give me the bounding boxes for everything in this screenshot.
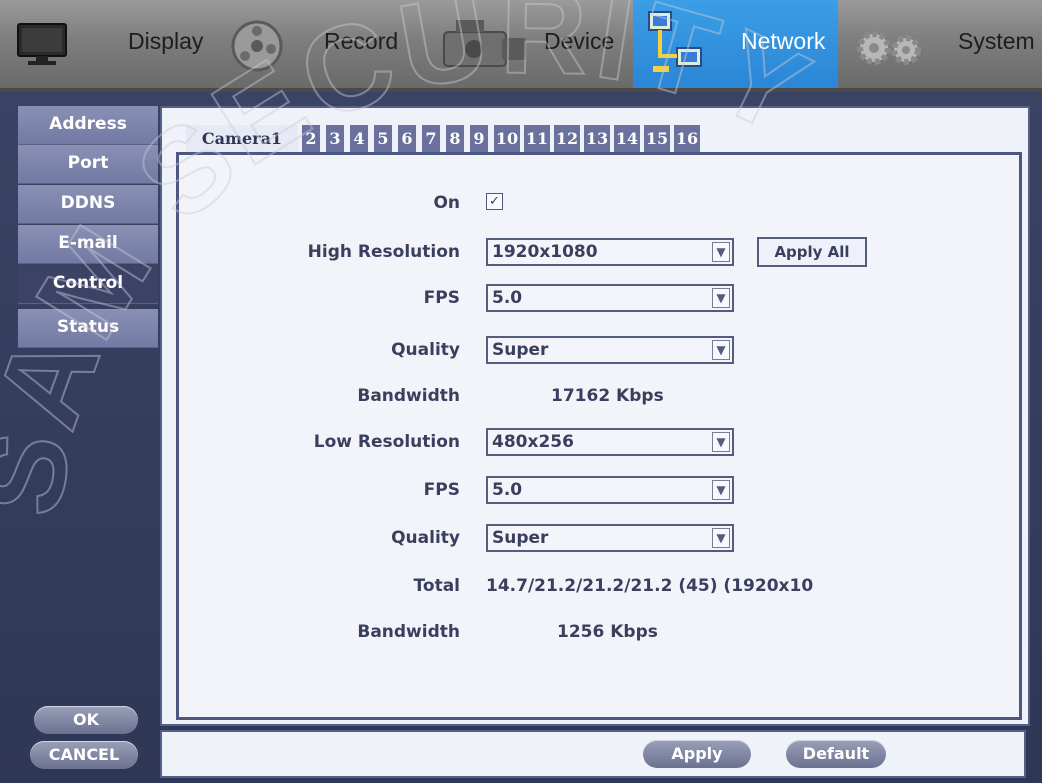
film-reel-icon bbox=[227, 16, 287, 78]
fps-low-label: FPS bbox=[423, 480, 460, 500]
tab-camera-7[interactable]: 7 bbox=[422, 125, 440, 153]
sidebar-item-port[interactable]: Port bbox=[18, 145, 158, 184]
tab-camera1[interactable]: Camera1 bbox=[186, 125, 298, 153]
high-resolution-label: High Resolution bbox=[307, 242, 460, 262]
network-icon bbox=[647, 10, 707, 80]
on-checkbox[interactable]: ✓ bbox=[486, 193, 503, 210]
monitor-icon bbox=[16, 22, 68, 70]
high-resolution-select[interactable]: 1920x1080 ▼ bbox=[486, 238, 734, 266]
tab-camera-3[interactable]: 3 bbox=[326, 125, 344, 153]
bandwidth-high-value: 17162 Kbps bbox=[551, 386, 664, 406]
total-value: 14.7/21.2/21.2/21.2 (45) (1920x10 bbox=[486, 576, 814, 596]
tab-camera-15[interactable]: 15 bbox=[644, 125, 670, 153]
default-button[interactable]: Default bbox=[786, 740, 886, 768]
tab-camera-4[interactable]: 4 bbox=[350, 125, 368, 153]
on-label: On bbox=[433, 193, 460, 213]
low-resolution-value: 480x256 bbox=[492, 432, 574, 452]
top-menu-record-label: Record bbox=[324, 28, 399, 54]
total-label: Total bbox=[413, 576, 460, 596]
quality-low-label: Quality bbox=[391, 528, 460, 548]
quality-low-value: Super bbox=[492, 528, 549, 548]
low-resolution-label: Low Resolution bbox=[313, 432, 460, 452]
tab-camera-8[interactable]: 8 bbox=[446, 125, 464, 153]
sidebar-item-control[interactable]: Control bbox=[18, 265, 158, 304]
camcorder-icon bbox=[438, 14, 530, 80]
sidebar-item-status[interactable]: Status bbox=[18, 309, 158, 348]
top-menu-system[interactable]: System bbox=[838, 0, 1042, 88]
high-resolution-value: 1920x1080 bbox=[492, 242, 598, 262]
top-menu-display-label: Display bbox=[128, 28, 204, 54]
tab-camera-11[interactable]: 11 bbox=[524, 125, 550, 153]
quality-high-value: Super bbox=[492, 340, 549, 360]
bandwidth-low-value: 1256 Kbps bbox=[557, 622, 658, 642]
fps-low-select[interactable]: 5.0 ▼ bbox=[486, 476, 734, 504]
fps-high-label: FPS bbox=[423, 288, 460, 308]
tab-camera-6[interactable]: 6 bbox=[398, 125, 416, 153]
apply-button[interactable]: Apply bbox=[643, 740, 751, 768]
tab-camera-10[interactable]: 10 bbox=[494, 125, 520, 153]
fps-high-select[interactable]: 5.0 ▼ bbox=[486, 284, 734, 312]
sidebar-item-address[interactable]: Address bbox=[18, 106, 158, 145]
bottom-button-bar bbox=[160, 730, 1026, 778]
fps-high-value: 5.0 bbox=[492, 288, 523, 308]
low-resolution-select[interactable]: 480x256 ▼ bbox=[486, 428, 734, 456]
top-menu-system-label: System bbox=[958, 28, 1035, 54]
chevron-down-icon: ▼ bbox=[712, 432, 730, 452]
quality-low-select[interactable]: Super ▼ bbox=[486, 524, 734, 552]
gears-icon bbox=[856, 28, 932, 72]
ok-button[interactable]: OK bbox=[34, 706, 138, 734]
bandwidth-high-label: Bandwidth bbox=[357, 386, 460, 406]
chevron-down-icon: ▼ bbox=[712, 528, 730, 548]
top-menu-display[interactable]: Display bbox=[0, 0, 215, 88]
tab-camera-12[interactable]: 12 bbox=[554, 125, 580, 153]
sidebar-item-email[interactable]: E-mail bbox=[18, 225, 158, 264]
top-menu-network-label: Network bbox=[741, 28, 826, 54]
cancel-button[interactable]: CANCEL bbox=[30, 741, 138, 769]
top-menu-bar: Display Record Device Network System bbox=[0, 0, 1042, 92]
chevron-down-icon: ▼ bbox=[712, 340, 730, 360]
tab-camera-5[interactable]: 5 bbox=[374, 125, 392, 153]
quality-high-label: Quality bbox=[391, 340, 460, 360]
apply-all-button[interactable]: Apply All bbox=[757, 237, 867, 267]
sidebar-item-ddns[interactable]: DDNS bbox=[18, 185, 158, 224]
quality-high-select[interactable]: Super ▼ bbox=[486, 336, 734, 364]
top-menu-device-label: Device bbox=[544, 28, 615, 54]
top-menu-device[interactable]: Device bbox=[430, 0, 633, 88]
chevron-down-icon: ▼ bbox=[712, 480, 730, 500]
top-menu-record[interactable]: Record bbox=[215, 0, 430, 88]
chevron-down-icon: ▼ bbox=[712, 288, 730, 308]
bandwidth-low-label: Bandwidth bbox=[357, 622, 460, 642]
tab-camera-2[interactable]: 2 bbox=[302, 125, 320, 153]
chevron-down-icon: ▼ bbox=[712, 242, 730, 262]
fps-low-value: 5.0 bbox=[492, 480, 523, 500]
tab-camera-14[interactable]: 14 bbox=[614, 125, 640, 153]
tab-camera-16[interactable]: 16 bbox=[674, 125, 700, 153]
tab-camera-9[interactable]: 9 bbox=[470, 125, 488, 153]
tab-camera-13[interactable]: 13 bbox=[584, 125, 610, 153]
top-menu-network[interactable]: Network bbox=[633, 0, 838, 88]
